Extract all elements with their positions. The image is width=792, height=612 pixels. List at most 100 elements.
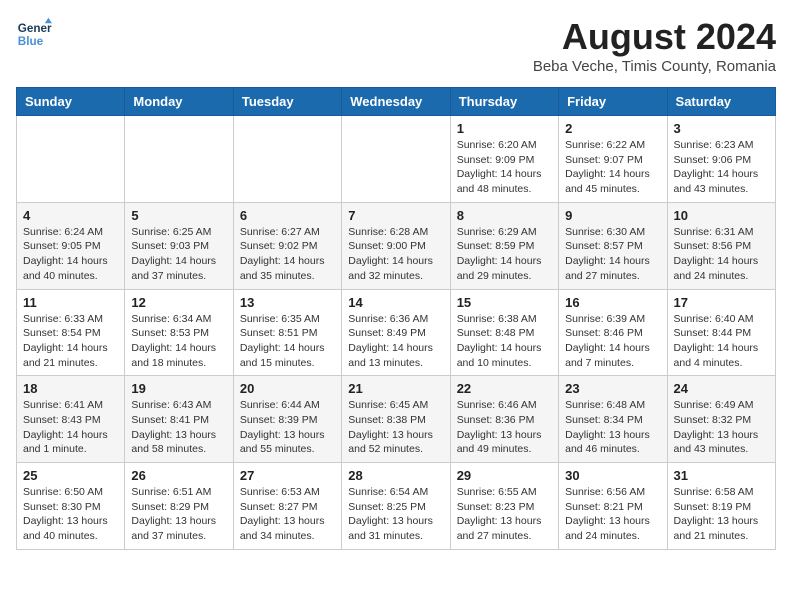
day-info: Sunrise: 6:28 AMSunset: 9:00 PMDaylight:… bbox=[348, 225, 443, 284]
day-info: Sunrise: 6:55 AMSunset: 8:23 PMDaylight:… bbox=[457, 485, 552, 544]
calendar-cell: 13 Sunrise: 6:35 AMSunset: 8:51 PMDayligh… bbox=[233, 289, 341, 376]
day-number: 2 bbox=[565, 121, 660, 136]
calendar-week-row: 18 Sunrise: 6:41 AMSunset: 8:43 PMDayligh… bbox=[17, 376, 776, 463]
weekday-header-cell: Tuesday bbox=[233, 88, 341, 116]
calendar-body: 1Sunrise: 6:20 AMSunset: 9:09 PMDaylight… bbox=[17, 116, 776, 550]
calendar-cell: 15 Sunrise: 6:38 AMSunset: 8:48 PMDayligh… bbox=[450, 289, 558, 376]
day-number: 14 bbox=[348, 295, 443, 310]
calendar-cell: 21 Sunrise: 6:45 AMSunset: 8:38 PMDayligh… bbox=[342, 376, 450, 463]
calendar-cell: 31 Sunrise: 6:58 AMSunset: 8:19 PMDayligh… bbox=[667, 463, 775, 550]
day-info: Sunrise: 6:54 AMSunset: 8:25 PMDaylight:… bbox=[348, 485, 443, 544]
day-info: Sunrise: 6:35 AMSunset: 8:51 PMDaylight:… bbox=[240, 312, 335, 371]
calendar-cell: 3 Sunrise: 6:23 AMSunset: 9:06 PMDaylight… bbox=[667, 116, 775, 203]
day-number: 1 bbox=[457, 121, 552, 136]
day-number: 3 bbox=[674, 121, 769, 136]
day-info: Sunrise: 6:31 AMSunset: 8:56 PMDaylight:… bbox=[674, 225, 769, 284]
day-number: 27 bbox=[240, 468, 335, 483]
calendar-cell: 17 Sunrise: 6:40 AMSunset: 8:44 PMDayligh… bbox=[667, 289, 775, 376]
calendar-cell: 11Sunrise: 6:33 AMSunset: 8:54 PMDayligh… bbox=[17, 289, 125, 376]
calendar-cell: 6 Sunrise: 6:27 AMSunset: 9:02 PMDaylight… bbox=[233, 202, 341, 289]
header: General Blue General Blue August 2024 Be… bbox=[16, 16, 776, 75]
day-number: 13 bbox=[240, 295, 335, 310]
day-number: 15 bbox=[457, 295, 552, 310]
calendar-cell: 25Sunrise: 6:50 AMSunset: 8:30 PMDayligh… bbox=[17, 463, 125, 550]
day-number: 12 bbox=[131, 295, 226, 310]
calendar-cell: 24Sunrise: 6:49 AMSunset: 8:32 PMDayligh… bbox=[667, 376, 775, 463]
calendar-cell: 19Sunrise: 6:43 AMSunset: 8:41 PMDayligh… bbox=[125, 376, 233, 463]
day-number: 5 bbox=[131, 208, 226, 223]
weekday-header-cell: Saturday bbox=[667, 88, 775, 116]
day-number: 26 bbox=[131, 468, 226, 483]
svg-text:General: General bbox=[18, 22, 52, 35]
day-number: 29 bbox=[457, 468, 552, 483]
day-info: Sunrise: 6:23 AMSunset: 9:06 PMDaylight:… bbox=[674, 138, 769, 197]
logo-icon: General Blue bbox=[16, 16, 52, 52]
day-number: 23 bbox=[565, 381, 660, 396]
calendar-week-row: 25Sunrise: 6:50 AMSunset: 8:30 PMDayligh… bbox=[17, 463, 776, 550]
day-info: Sunrise: 6:30 AMSunset: 8:57 PMDaylight:… bbox=[565, 225, 660, 284]
calendar-week-row: 4 Sunrise: 6:24 AMSunset: 9:05 PMDaylight… bbox=[17, 202, 776, 289]
day-info: Sunrise: 6:39 AMSunset: 8:46 PMDaylight:… bbox=[565, 312, 660, 371]
calendar-cell: 26Sunrise: 6:51 AMSunset: 8:29 PMDayligh… bbox=[125, 463, 233, 550]
day-info: Sunrise: 6:40 AMSunset: 8:44 PMDaylight:… bbox=[674, 312, 769, 371]
day-info: Sunrise: 6:24 AMSunset: 9:05 PMDaylight:… bbox=[23, 225, 118, 284]
day-info: Sunrise: 6:29 AMSunset: 8:59 PMDaylight:… bbox=[457, 225, 552, 284]
calendar-cell: 28 Sunrise: 6:54 AMSunset: 8:25 PMDayligh… bbox=[342, 463, 450, 550]
day-number: 8 bbox=[457, 208, 552, 223]
day-info: Sunrise: 6:22 AMSunset: 9:07 PMDaylight:… bbox=[565, 138, 660, 197]
weekday-header-cell: Wednesday bbox=[342, 88, 450, 116]
weekday-header-row: SundayMondayTuesdayWednesdayThursdayFrid… bbox=[17, 88, 776, 116]
calendar-cell: 2 Sunrise: 6:22 AMSunset: 9:07 PMDaylight… bbox=[559, 116, 667, 203]
day-info: Sunrise: 6:38 AMSunset: 8:48 PMDaylight:… bbox=[457, 312, 552, 371]
day-number: 28 bbox=[348, 468, 443, 483]
day-info: Sunrise: 6:36 AMSunset: 8:49 PMDaylight:… bbox=[348, 312, 443, 371]
month-title: August 2024 bbox=[533, 16, 776, 58]
weekday-header-cell: Monday bbox=[125, 88, 233, 116]
day-info: Sunrise: 6:25 AMSunset: 9:03 PMDaylight:… bbox=[131, 225, 226, 284]
calendar-cell: 30 Sunrise: 6:56 AMSunset: 8:21 PMDayligh… bbox=[559, 463, 667, 550]
svg-text:Blue: Blue bbox=[18, 35, 44, 48]
day-number: 30 bbox=[565, 468, 660, 483]
day-number: 11 bbox=[23, 295, 118, 310]
day-number: 7 bbox=[348, 208, 443, 223]
logo: General Blue General Blue bbox=[16, 16, 52, 52]
calendar-cell bbox=[233, 116, 341, 203]
calendar-cell: 27Sunrise: 6:53 AMSunset: 8:27 PMDayligh… bbox=[233, 463, 341, 550]
day-number: 18 bbox=[23, 381, 118, 396]
day-info: Sunrise: 6:58 AMSunset: 8:19 PMDaylight:… bbox=[674, 485, 769, 544]
day-info: Sunrise: 6:49 AMSunset: 8:32 PMDaylight:… bbox=[674, 398, 769, 457]
calendar-cell: 18 Sunrise: 6:41 AMSunset: 8:43 PMDayligh… bbox=[17, 376, 125, 463]
calendar-cell: 4 Sunrise: 6:24 AMSunset: 9:05 PMDaylight… bbox=[17, 202, 125, 289]
calendar-cell: 23 Sunrise: 6:48 AMSunset: 8:34 PMDayligh… bbox=[559, 376, 667, 463]
day-number: 9 bbox=[565, 208, 660, 223]
day-number: 21 bbox=[348, 381, 443, 396]
calendar-cell bbox=[342, 116, 450, 203]
day-info: Sunrise: 6:50 AMSunset: 8:30 PMDaylight:… bbox=[23, 485, 118, 544]
day-info: Sunrise: 6:56 AMSunset: 8:21 PMDaylight:… bbox=[565, 485, 660, 544]
location-title: Beba Veche, Timis County, Romania bbox=[533, 58, 776, 75]
day-number: 17 bbox=[674, 295, 769, 310]
calendar-cell: 29 Sunrise: 6:55 AMSunset: 8:23 PMDayligh… bbox=[450, 463, 558, 550]
calendar-cell bbox=[125, 116, 233, 203]
day-info: Sunrise: 6:48 AMSunset: 8:34 PMDaylight:… bbox=[565, 398, 660, 457]
day-number: 22 bbox=[457, 381, 552, 396]
calendar-cell: 20Sunrise: 6:44 AMSunset: 8:39 PMDayligh… bbox=[233, 376, 341, 463]
day-info: Sunrise: 6:27 AMSunset: 9:02 PMDaylight:… bbox=[240, 225, 335, 284]
day-info: Sunrise: 6:45 AMSunset: 8:38 PMDaylight:… bbox=[348, 398, 443, 457]
calendar-cell: 1Sunrise: 6:20 AMSunset: 9:09 PMDaylight… bbox=[450, 116, 558, 203]
title-area: August 2024 Beba Veche, Timis County, Ro… bbox=[533, 16, 776, 75]
day-number: 31 bbox=[674, 468, 769, 483]
day-info: Sunrise: 6:46 AMSunset: 8:36 PMDaylight:… bbox=[457, 398, 552, 457]
weekday-header-cell: Friday bbox=[559, 88, 667, 116]
day-info: Sunrise: 6:43 AMSunset: 8:41 PMDaylight:… bbox=[131, 398, 226, 457]
calendar-cell: 12Sunrise: 6:34 AMSunset: 8:53 PMDayligh… bbox=[125, 289, 233, 376]
calendar-cell: 7 Sunrise: 6:28 AMSunset: 9:00 PMDaylight… bbox=[342, 202, 450, 289]
calendar-cell: 8 Sunrise: 6:29 AMSunset: 8:59 PMDaylight… bbox=[450, 202, 558, 289]
day-number: 16 bbox=[565, 295, 660, 310]
day-info: Sunrise: 6:41 AMSunset: 8:43 PMDaylight:… bbox=[23, 398, 118, 457]
day-number: 20 bbox=[240, 381, 335, 396]
day-number: 10 bbox=[674, 208, 769, 223]
calendar-cell: 10 Sunrise: 6:31 AMSunset: 8:56 PMDayligh… bbox=[667, 202, 775, 289]
day-number: 4 bbox=[23, 208, 118, 223]
day-number: 6 bbox=[240, 208, 335, 223]
